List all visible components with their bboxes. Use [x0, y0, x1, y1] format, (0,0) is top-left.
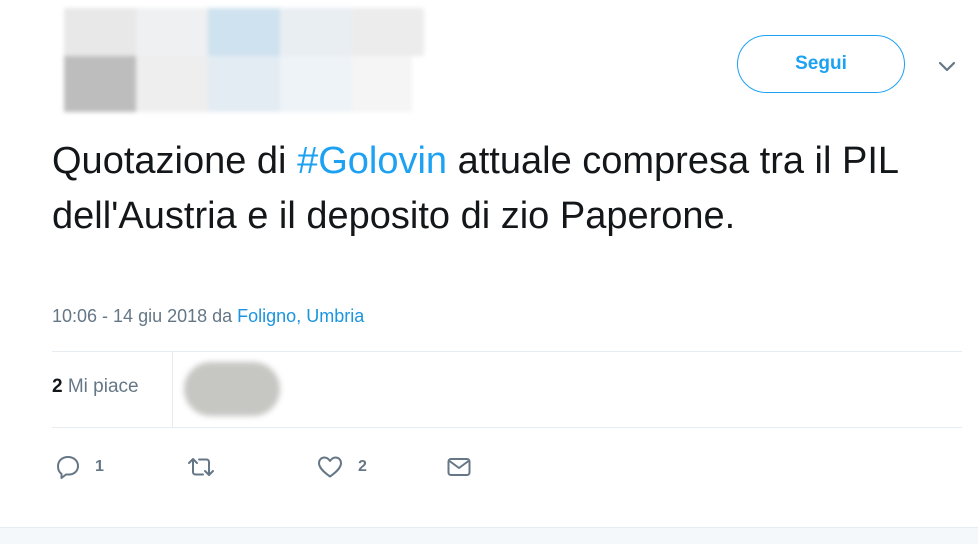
mail-icon [445, 454, 473, 480]
like-count: 2 [358, 458, 367, 475]
liker-avatar[interactable] [184, 362, 280, 416]
retweet-button[interactable] [186, 452, 230, 482]
likes-count: 2 [52, 376, 63, 397]
reply-icon [55, 454, 81, 480]
retweet-icon [186, 454, 216, 480]
follow-button-label: Segui [795, 53, 847, 74]
tweet-timestamp[interactable]: 10:06 - 14 giu 2018 da [52, 306, 237, 326]
tweet-text-start: Quotazione di [52, 140, 298, 182]
location-link[interactable]: Foligno, Umbria [237, 306, 364, 326]
divider [52, 351, 962, 352]
message-button[interactable] [445, 452, 487, 482]
tweet-metadata: 10:06 - 14 giu 2018 da Foligno, Umbria [52, 306, 364, 327]
blurred-avatar[interactable] [44, 8, 429, 116]
likes-label: Mi piace [67, 376, 139, 397]
hashtag-link[interactable]: #Golovin [297, 140, 447, 182]
reply-area-edge [0, 527, 978, 544]
reply-count: 1 [95, 458, 104, 475]
follow-button[interactable]: Segui [737, 35, 905, 93]
likes-stat[interactable]: 2 Mi piace [52, 376, 139, 398]
divider [52, 427, 962, 428]
like-button[interactable]: 2 [316, 452, 367, 482]
tweet-text: Quotazione di #Golovin attuale compresa … [52, 134, 952, 244]
heart-icon [316, 454, 344, 480]
stat-separator [172, 352, 173, 427]
chevron-down-icon[interactable] [934, 54, 960, 80]
reply-button[interactable]: 1 [55, 452, 104, 482]
